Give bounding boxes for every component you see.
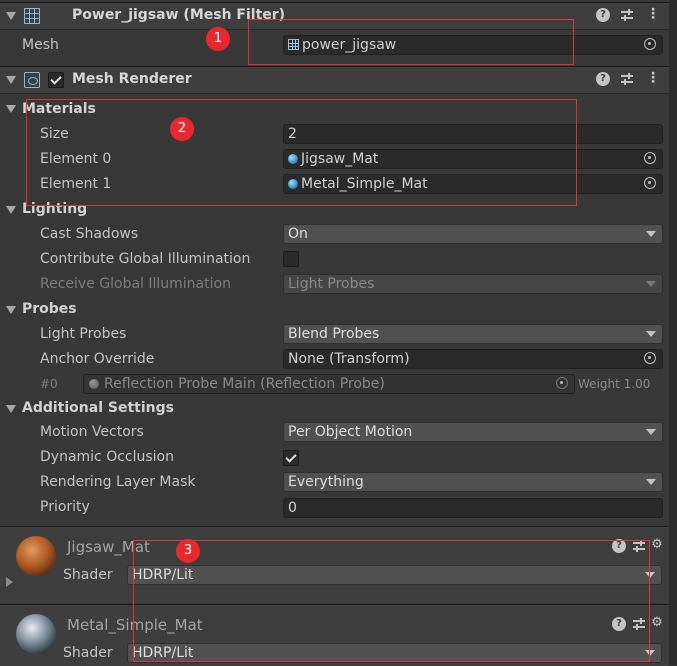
rendering-layer-mask-dropdown[interactable]: Everything [283,472,663,492]
help-icon[interactable]: ? [596,8,610,22]
annotation-badge-2: 2 [170,117,194,141]
reflection-weight: Weight 1.00 [578,377,651,391]
probes-foldout-icon[interactable] [6,306,16,314]
motion-vectors-value: Per Object Motion [288,424,413,440]
reflection-probe-index: #0 [40,377,58,391]
chevron-down-icon [646,331,656,337]
anchor-override-label: Anchor Override [40,351,155,367]
cast-shadows-value: On [288,226,308,242]
motion-vectors-label: Motion Vectors [40,424,144,440]
object-picker-icon[interactable] [644,352,656,364]
mesh-label: Mesh [22,37,59,53]
additional-settings-foldout-icon[interactable] [6,405,16,413]
object-picker-icon [556,377,568,389]
presets-icon[interactable] [620,72,634,86]
mesh-renderer-title: Mesh Renderer [72,71,192,87]
mesh-renderer-header[interactable]: Mesh Renderer ? ⋮ [0,66,669,94]
object-picker-icon[interactable] [644,38,656,50]
light-probes-dropdown[interactable]: Blend Probes [283,324,663,344]
receive-gi-dropdown: Light Probes [283,274,663,294]
material-foldout-icon[interactable] [6,577,13,587]
anchor-override-value: None (Transform) [288,351,410,367]
probes-section-label[interactable]: Probes [22,301,77,317]
chevron-down-icon [646,479,656,485]
chevron-down-icon [646,281,656,287]
mesh-renderer-enabled-checkbox[interactable] [48,72,64,88]
anchor-override-field[interactable]: None (Transform) [283,349,663,369]
mesh-renderer-icon [24,72,40,88]
lighting-foldout-icon[interactable] [6,206,16,214]
receive-gi-label: Receive Global Illumination [40,276,231,292]
shader-label: Shader [63,645,113,661]
cast-shadows-label: Cast Shadows [40,226,139,242]
reflection-probe-value: Reflection Probe Main (Reflection Probe) [104,376,385,392]
material-preview-icon [16,614,56,654]
rendering-layer-mask-value: Everything [288,474,364,490]
object-picker-icon[interactable] [644,152,656,164]
presets-icon[interactable] [620,8,634,22]
annotation-badge-1: 1 [206,27,230,51]
light-probes-label: Light Probes [40,326,127,342]
priority-label: Priority [40,499,90,515]
object-picker-icon[interactable] [644,177,656,189]
inspector-scrollbar[interactable] [669,0,677,665]
mesh-filter-icon [24,8,40,24]
chevron-down-icon [646,429,656,435]
cast-shadows-dropdown[interactable]: On [283,224,663,244]
annotation-box-2 [26,99,577,206]
light-probes-value: Blend Probes [288,326,380,342]
chevron-down-icon [646,231,656,237]
additional-settings-section-label[interactable]: Additional Settings [22,400,174,416]
dynamic-occlusion-checkbox[interactable] [283,450,299,466]
reflection-probe-icon [89,379,99,389]
foldout-arrow-icon[interactable] [6,12,16,20]
help-icon[interactable]: ? [596,72,610,86]
contribute-gi-checkbox[interactable] [283,251,299,267]
dynamic-occlusion-label: Dynamic Occlusion [40,449,174,465]
annotation-box-1 [248,19,574,65]
gear-icon[interactable]: ⚙ [650,538,664,552]
rendering-layer-mask-label: Rendering Layer Mask [40,474,196,490]
material-preview-icon [16,536,56,576]
more-menu-icon[interactable]: ⋮ [646,71,660,86]
annotation-box-3 [133,540,650,662]
foldout-arrow-icon[interactable] [6,76,16,84]
annotation-badge-3: 3 [176,539,200,563]
shader-label: Shader [63,567,113,583]
materials-foldout-icon[interactable] [6,105,16,113]
motion-vectors-dropdown[interactable]: Per Object Motion [283,422,663,442]
contribute-gi-label: Contribute Global Illumination [40,251,251,267]
receive-gi-value: Light Probes [288,276,375,292]
more-menu-icon[interactable]: ⋮ [646,7,660,22]
gear-icon[interactable]: ⚙ [650,616,664,630]
reflection-probe-field: Reflection Probe Main (Reflection Probe) [83,374,575,394]
priority-field[interactable]: 0 [283,498,663,518]
